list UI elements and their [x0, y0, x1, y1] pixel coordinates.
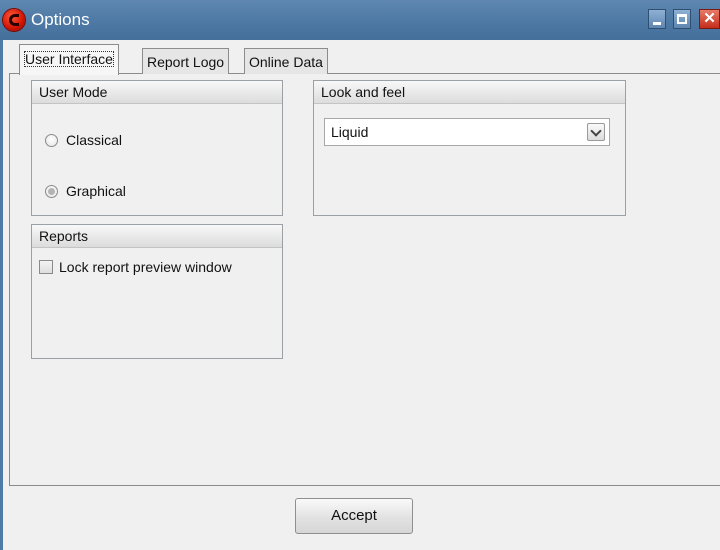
lock-preview-checkbox-box[interactable] [39, 260, 53, 274]
maximize-button[interactable] [673, 9, 691, 29]
lock-preview-checkbox[interactable]: Lock report preview window [39, 259, 232, 275]
radio-classical-label: Classical [66, 132, 123, 148]
radio-classical[interactable]: Classical [45, 132, 122, 148]
tab-user-interface-label: User Interface [24, 51, 114, 67]
tab-report-logo[interactable]: Report Logo [142, 48, 230, 74]
look-and-feel-value: Liquid [331, 124, 369, 140]
close-button[interactable]: ✕ [699, 9, 720, 29]
radio-graphical-label: Graphical [66, 183, 126, 199]
tab-online-data[interactable]: Online Data [244, 48, 328, 74]
minimize-icon [653, 22, 661, 25]
look-and-feel-select[interactable]: Liquid [324, 118, 610, 146]
app-logo-icon [3, 9, 25, 31]
window-frame-left [0, 40, 3, 550]
window-title: Options [31, 10, 90, 29]
radio-graphical[interactable]: Graphical [45, 183, 126, 199]
title-bar[interactable]: Options ✕ [0, 0, 720, 40]
radio-classical-indicator[interactable] [45, 133, 58, 147]
user-mode-header: User Mode [32, 81, 282, 104]
lock-preview-label: Lock report preview window [59, 259, 232, 275]
reports-group: Reports Lock report preview window [31, 224, 283, 359]
reports-header: Reports [32, 225, 282, 248]
tab-panel-user-interface: User Mode Classical Graphical Look and f… [9, 73, 720, 486]
tab-report-logo-label: Report Logo [147, 54, 225, 70]
dropdown-button[interactable] [587, 123, 605, 141]
user-mode-group: User Mode Classical Graphical [31, 80, 283, 216]
maximize-icon [677, 14, 687, 24]
minimize-button[interactable] [648, 9, 666, 29]
accept-button[interactable]: Accept [295, 498, 413, 534]
tab-user-interface[interactable]: User Interface [19, 44, 119, 75]
chevron-down-icon [590, 125, 602, 137]
radio-graphical-indicator[interactable] [45, 184, 58, 198]
close-icon: ✕ [703, 10, 716, 27]
look-and-feel-group: Look and feel Liquid [313, 80, 626, 216]
tab-online-data-label: Online Data [249, 54, 323, 70]
look-and-feel-header: Look and feel [314, 81, 625, 104]
